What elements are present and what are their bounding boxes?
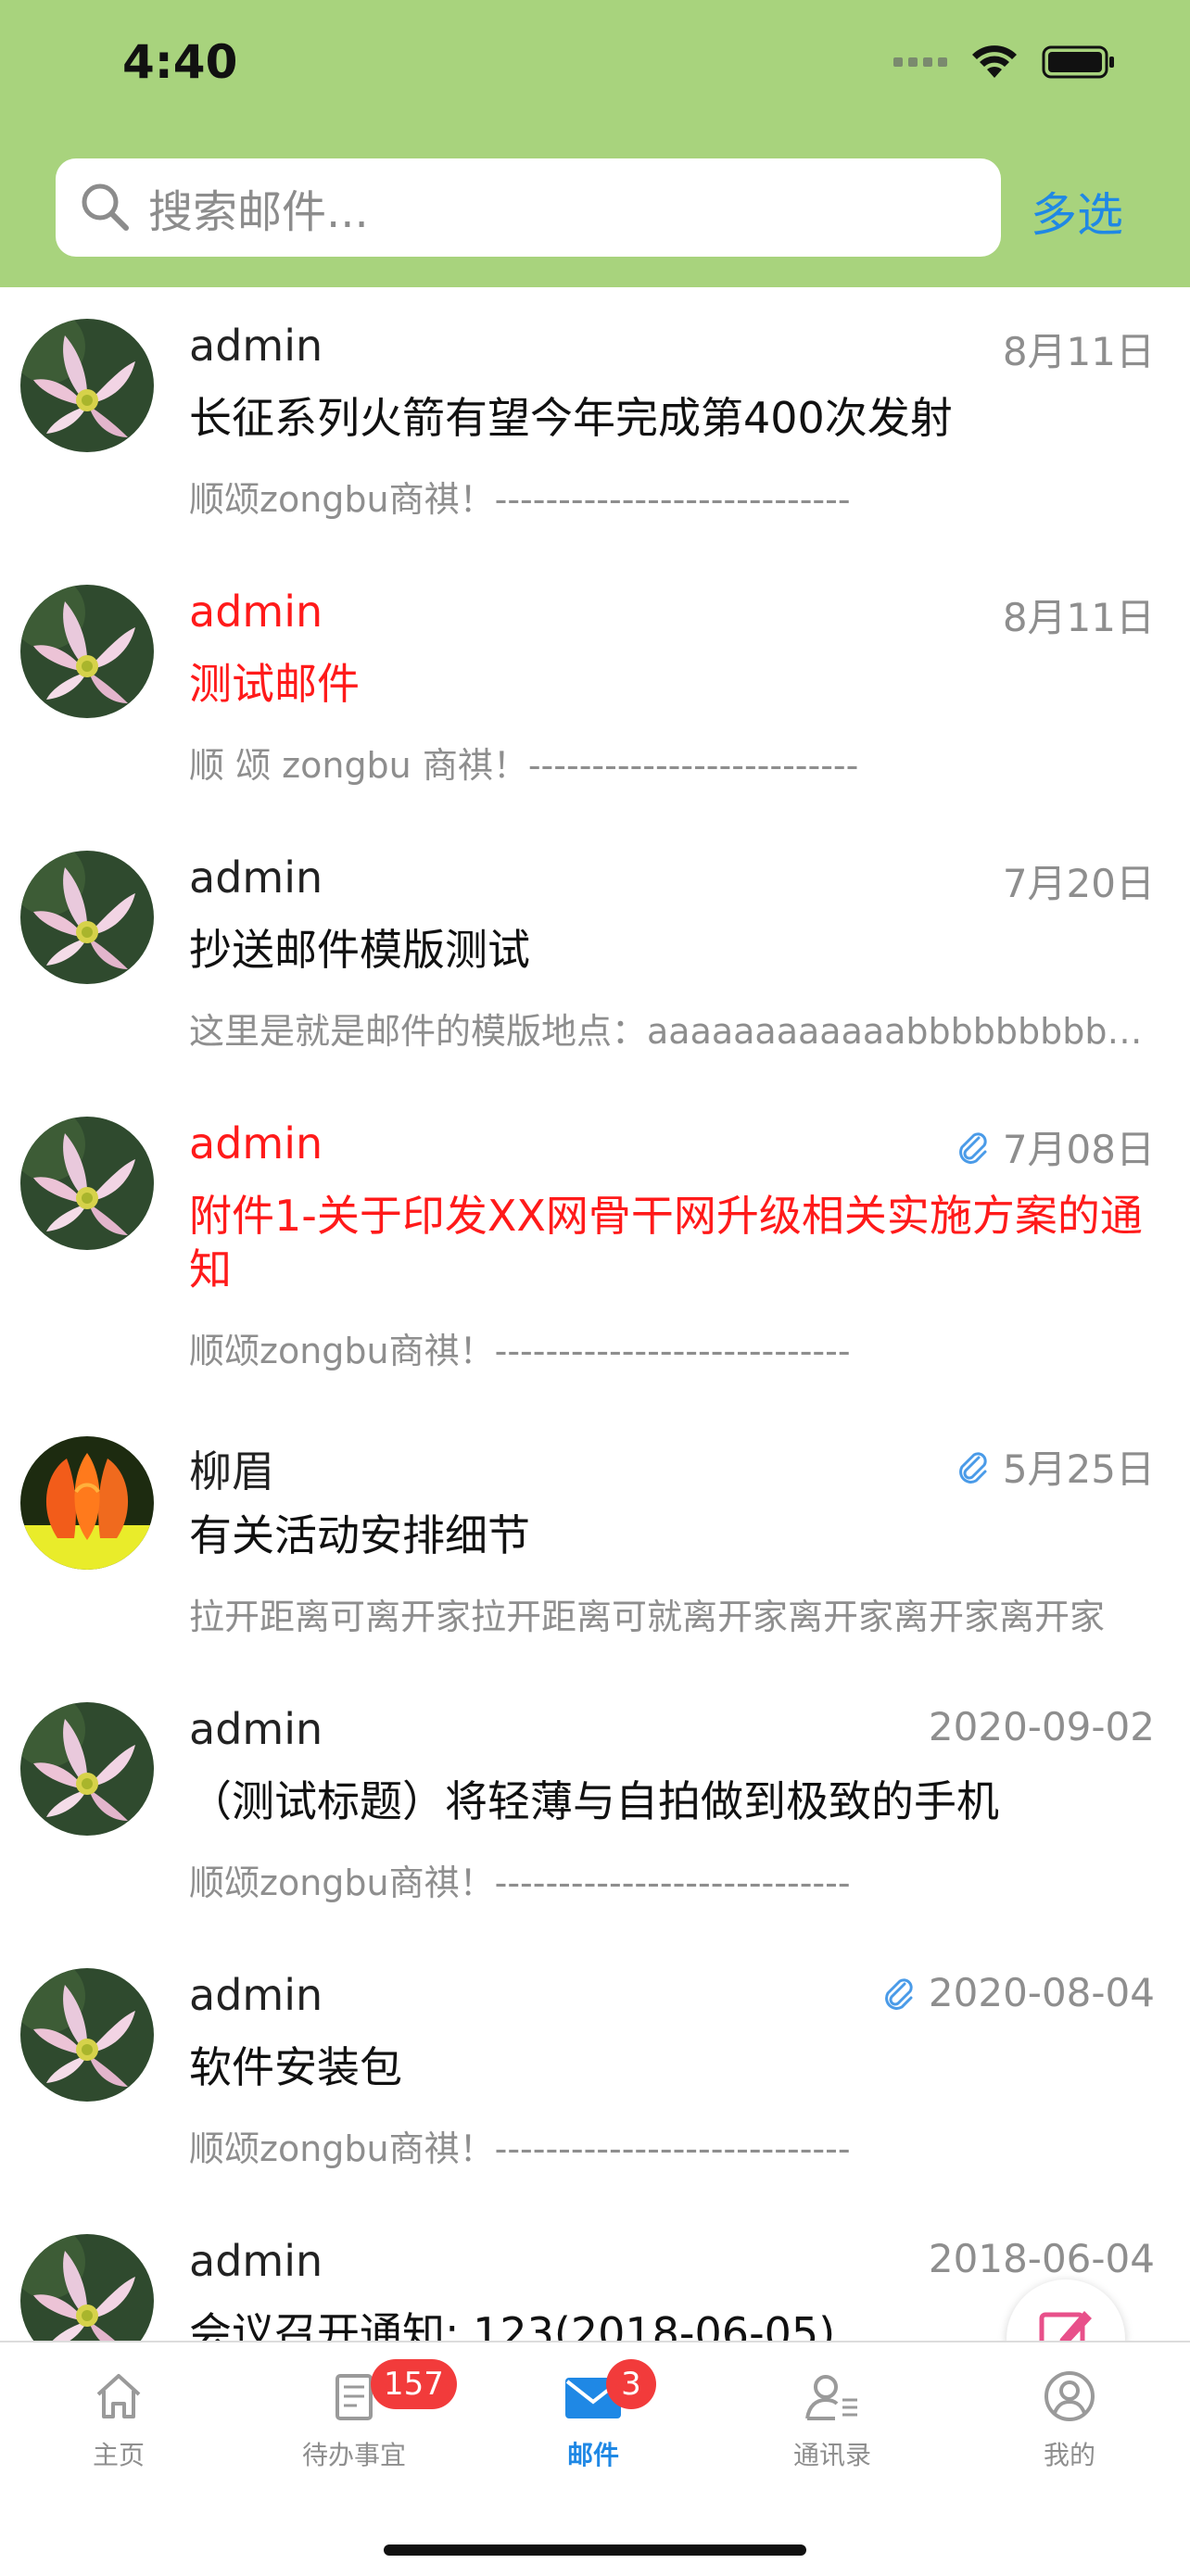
mail-preview: 顺颂zongbu商祺！---------------------------- [189,2128,851,2169]
tab-contacts[interactable]: 通讯录 [749,2368,916,2472]
mail-date-area: 8月11日 [1003,587,1155,643]
mail-list-item[interactable]: admin 2020-09-02 （测试标题）将轻薄与自拍做到极致的手机 顺颂z… [0,1671,1190,1937]
wifi-icon [972,45,1017,78]
mail-subject: 测试邮件 [189,659,360,709]
avatar [20,319,154,452]
tab-profile[interactable]: 我的 [986,2368,1153,2472]
tab-mail[interactable]: 邮件 3 [510,2359,677,2472]
mail-subject: 软件安装包 [189,2042,402,2092]
avatar [20,1702,154,1836]
mail-sender: admin [189,587,323,637]
mail-date-area: 2018-06-04 [929,2236,1155,2281]
mail-date-area: 2020-09-02 [929,1704,1155,1749]
header: 4:40 搜索邮件... 多选 [0,0,1190,287]
mail-date: 8月11日 [1002,595,1155,640]
mail-subject: （测试标题）将轻薄与自拍做到极致的手机 [189,1776,999,1826]
mail-list: admin 8月11日 长征系列火箭有望今年完成第400次发射 顺颂zongbu… [0,287,1190,2341]
mail-preview: 顺颂zongbu商祺！---------------------------- [189,479,851,520]
mail-sender: admin [189,1118,323,1168]
contacts-icon [805,2375,857,2420]
mail-date: 2020-09-02 [928,1704,1155,1749]
mail-list-item[interactable]: admin 7月20日 抄送邮件模版测试 这里是就是邮件的模版地点：aaaaaa… [0,819,1190,1085]
mail-preview: 顺颂zongbu商祺！---------------------------- [189,1863,851,1903]
tab-profile-label: 我的 [1043,2440,1095,2470]
mail-date-area: 7月08日 [955,1118,1155,1175]
mail-sender: admin [189,852,323,903]
mail-sender: admin [189,1970,323,2020]
mail-date: 7月08日 [1002,1127,1155,1172]
home-indicator [384,2544,806,2556]
cellular-signal-icon [893,57,947,67]
mail-date-area: 2020-08-04 [880,1970,1155,2015]
mail-subject: 长征系列火箭有望今年完成第400次发射 [189,393,953,443]
tab-contacts-label: 通讯录 [792,2440,871,2470]
mail-subject: 附件1-关于印发XX网骨干网升级相关实施方案的通知 [189,1191,1143,1294]
search-icon [82,183,129,231]
mail-date: 7月20日 [1002,861,1155,906]
profile-icon [1044,2371,1095,2421]
mail-subject: 有关活动安排细节 [189,1510,530,1560]
tab-mail-label: 邮件 [566,2440,619,2470]
tab-home[interactable]: 主页 [35,2368,202,2472]
tab-todo-label: 待办事宜 [301,2440,406,2470]
tab-todo[interactable]: 待办事宜 157 [271,2359,457,2472]
mail-list-item[interactable]: admin 8月11日 长征系列火箭有望今年完成第400次发射 顺颂zongbu… [0,287,1190,553]
home-icon [96,2374,141,2418]
mail-date-area: 8月11日 [1003,321,1155,377]
status-icons [893,44,1116,80]
mail-list-item[interactable]: 柳眉 5月25日 有关活动安排细节 拉开距离可离开家拉开距离可就离开家离开家离开… [0,1405,1190,1671]
mail-list-item[interactable]: admin 8月11日 测试邮件 顺 颂 zongbu 商祺！---------… [0,553,1190,819]
avatar [20,585,154,718]
mail-preview: 顺 颂 zongbu 商祺！-------------------------- [189,745,859,786]
mail-date-area: 5月25日 [955,1438,1155,1495]
status-time: 4:40 [122,35,238,89]
tab-bar: 主页 待办事宜 157 邮件 3 通讯录 我的 [0,2341,1190,2576]
search-placeholder: 搜索邮件... [148,186,369,238]
avatar [20,1436,154,1570]
attachment-icon [884,1977,913,2010]
mail-count-badge: 3 [606,2359,656,2409]
avatar [20,851,154,984]
battery-icon [1042,45,1114,79]
tab-home-label: 主页 [92,2440,145,2470]
mail-preview: 这里是就是邮件的模版地点：aaaaaaaaaaaabbbbbbbbbbbbbbb… [189,1011,1155,1052]
mail-date: 5月25日 [1002,1446,1155,1492]
avatar [20,1117,154,1250]
mail-list-item[interactable]: admin 7月08日 附件1-关于印发XX网骨干网升级相关实施方案的通知 顺颂… [0,1085,1190,1405]
mail-date-area: 7月20日 [1003,852,1155,909]
mail-date: 2020-08-04 [928,1970,1155,2015]
avatar [20,1968,154,2102]
mail-sender: admin [189,2236,323,2286]
multi-select-button[interactable]: 多选 [1031,178,1123,245]
todo-count-badge: 157 [371,2359,457,2409]
mail-date: 8月11日 [1002,329,1155,374]
mail-list-item[interactable]: admin 2020-08-04 软件安装包 顺颂zongbu商祺！------… [0,1937,1190,2203]
avatar [20,2234,154,2341]
mail-preview: 顺颂zongbu商祺！---------------------------- [189,1331,851,1371]
attachment-icon [958,1451,987,1484]
mail-sender: admin [189,1704,323,1754]
mail-preview: 拉开距离可离开家拉开距离可就离开家离开家离开家离开家 [189,1597,1106,1637]
attachment-icon [958,1131,987,1164]
mail-subject: 抄送邮件模版测试 [189,925,530,975]
search-input[interactable]: 搜索邮件... [56,158,1001,257]
mail-date: 2018-06-04 [928,2236,1155,2281]
mail-sender: 柳眉 [189,1446,274,1496]
mail-sender: admin [189,321,323,371]
